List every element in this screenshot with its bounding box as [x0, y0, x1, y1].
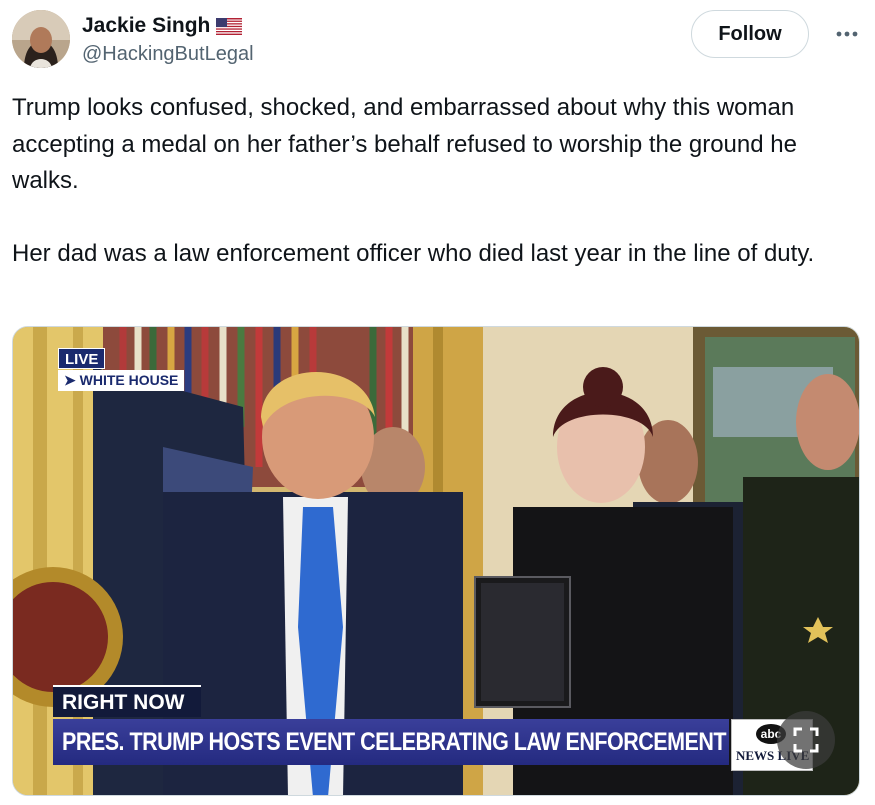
tweet-text: Trump looks confused, shocked, and embar… — [12, 94, 815, 267]
location-badge: ➤ WHITE HOUSE — [58, 370, 185, 391]
live-badge: LIVE — [58, 348, 106, 369]
chyron-headline: PRES. TRUMP HOSTS EVENT CELEBRATING LAW … — [53, 719, 729, 765]
us-flag-icon — [216, 17, 243, 35]
author-display-name[interactable]: Jackie Singh — [82, 13, 210, 39]
follow-button[interactable]: Follow — [691, 10, 809, 58]
author-info: Jackie Singh @HackingButLegal — [82, 13, 254, 67]
tweet-video[interactable]: LIVE ➤ WHITE HOUSE RIGHT NOW PRES. TRUMP… — [12, 326, 860, 796]
author-handle[interactable]: @HackingButLegal — [82, 41, 254, 67]
right-now-label: RIGHT NOW — [53, 685, 201, 717]
expand-icon[interactable] — [777, 711, 835, 769]
tweet-header: Jackie Singh @HackingButLegal Follow — [12, 10, 863, 72]
author-display-name-row[interactable]: Jackie Singh — [82, 13, 254, 39]
more-options-icon[interactable] — [832, 22, 862, 46]
author-avatar[interactable] — [12, 10, 70, 68]
